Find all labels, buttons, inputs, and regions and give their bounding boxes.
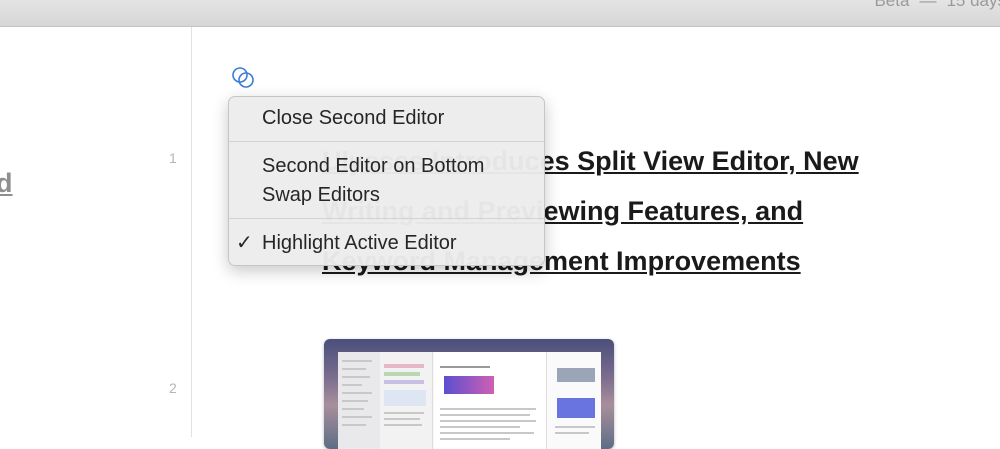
menu-separator [229, 218, 544, 219]
thumb-sheet-list [380, 352, 433, 449]
days-remaining: 15 days rem [946, 0, 1000, 10]
first-editor-pane[interactable]: d [0, 27, 192, 437]
split-view-menu: Close Second Editor Second Editor on Bot… [228, 96, 545, 266]
embedded-image-app-preview [338, 352, 601, 449]
menu-item-highlight-active-editor[interactable]: ✓ Highlight Active Editor [229, 228, 544, 258]
checkmark-icon: ✓ [236, 232, 253, 254]
split-view-icon[interactable] [231, 66, 257, 90]
line-number-2: 2 [169, 380, 177, 396]
menu-item-swap-editors-label: Swap Editors [262, 184, 380, 206]
menu-item-second-editor-on-bottom[interactable]: Second Editor on Bottom [229, 151, 544, 181]
menu-separator [229, 141, 544, 142]
title-bar: Beta—15 days rem [0, 0, 1000, 27]
trial-status: Beta—15 days rem [874, 0, 1000, 11]
beta-label: Beta [874, 0, 910, 10]
menu-item-close-second-editor-label: Close Second Editor [262, 107, 445, 129]
first-editor-heading-fragment: d [0, 168, 13, 198]
line-number-1: 1 [169, 150, 177, 166]
thumb-sidebar [338, 352, 380, 449]
menu-item-highlight-active-editor-label: Highlight Active Editor [262, 232, 457, 254]
menu-item-second-editor-on-bottom-label: Second Editor on Bottom [262, 155, 485, 177]
embedded-image[interactable] [324, 339, 614, 449]
menu-item-close-second-editor[interactable]: Close Second Editor [229, 103, 544, 133]
thumb-document [434, 352, 546, 449]
thumb-preview-pane [546, 352, 601, 449]
menu-item-swap-editors[interactable]: Swap Editors [229, 180, 544, 210]
